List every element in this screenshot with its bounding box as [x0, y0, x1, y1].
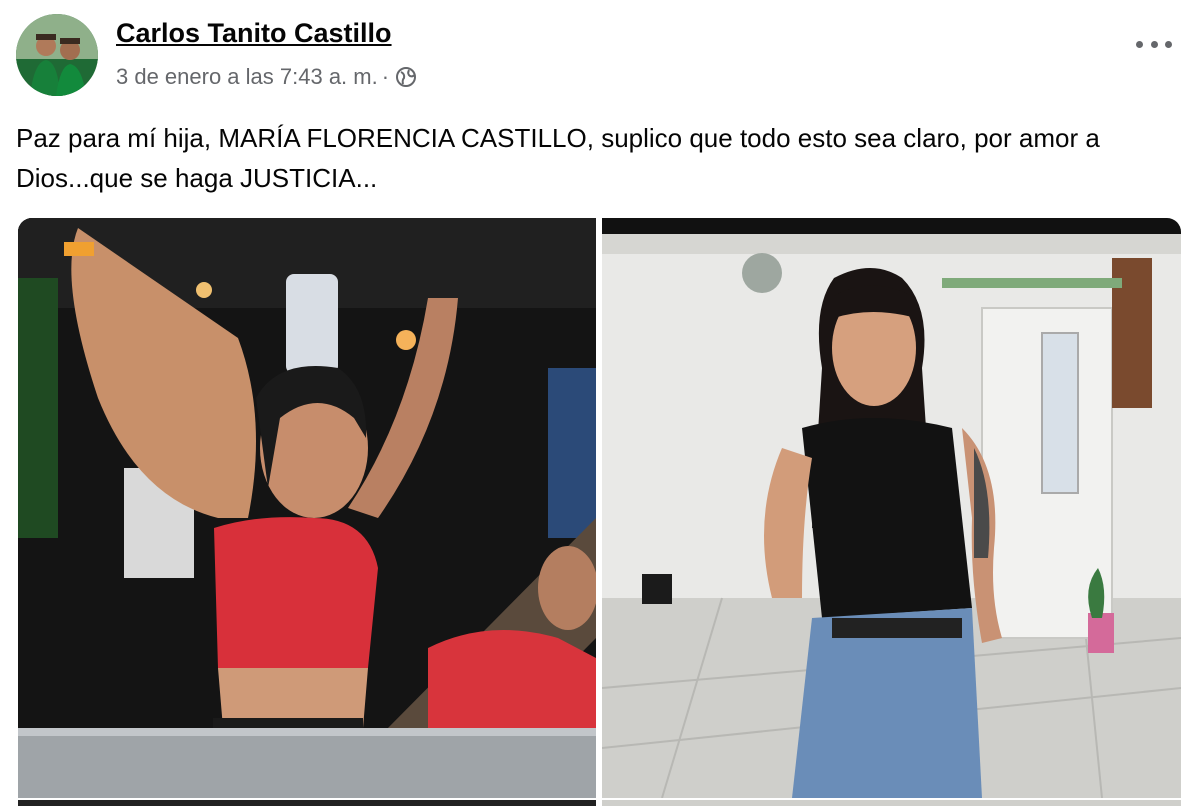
- photo-grid-bottom-left: [18, 800, 596, 806]
- post-meta: 3 de enero a las 7:43 a. m. ·: [116, 62, 417, 92]
- photo-grid: [18, 218, 1181, 806]
- photo-right[interactable]: [602, 218, 1181, 798]
- photo-grid-bottom-right: [602, 800, 1181, 806]
- more-options-icon[interactable]: [1136, 32, 1172, 56]
- globe-icon[interactable]: [395, 66, 417, 88]
- avatar[interactable]: [16, 14, 98, 96]
- author-name[interactable]: Carlos Tanito Castillo: [116, 18, 392, 49]
- photo-left[interactable]: [18, 218, 596, 798]
- post-caption: Paz para mí hija, MARÍA FLORENCIA CASTIL…: [16, 123, 1100, 193]
- meta-separator: ·: [381, 64, 390, 89]
- post-timestamp[interactable]: 3 de enero a las 7:43 a. m.: [116, 64, 378, 90]
- facebook-post: Carlos Tanito Castillo 3 de enero a las …: [0, 0, 1200, 806]
